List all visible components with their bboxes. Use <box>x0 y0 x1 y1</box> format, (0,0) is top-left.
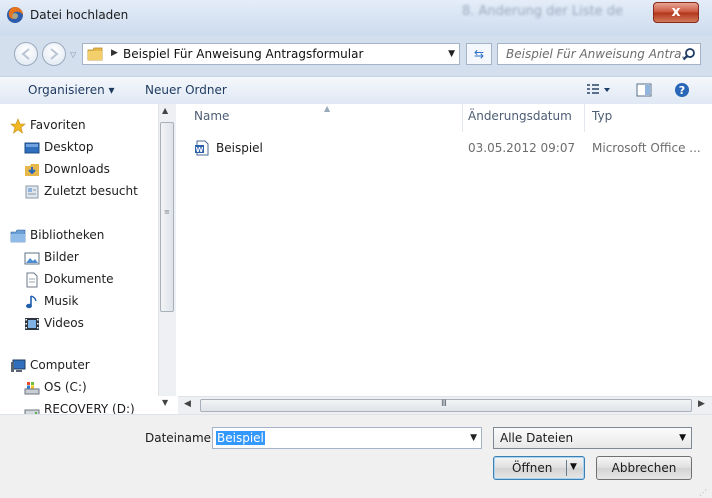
search-input[interactable]: Beispiel Für Anweisung Antra... <box>497 43 701 65</box>
resize-grip-icon[interactable]: ⋰ <box>699 488 708 497</box>
computer-icon <box>11 359 26 372</box>
refresh-icon: ⇆ <box>473 47 485 61</box>
navigation-scrollbar-thumb[interactable]: ≡ <box>160 122 174 312</box>
dialog-footer: Dateiname: Beispiel ▼ Alle Dateien ▼ Öff… <box>0 414 712 498</box>
filename-label: Dateiname: <box>145 431 216 445</box>
column-separator[interactable] <box>584 104 585 132</box>
table-row[interactable]: W Beispiel 03.05.2012 09:07 Microsoft Of… <box>190 138 710 160</box>
back-arrow-icon <box>21 48 30 60</box>
help-icon[interactable]: ? <box>674 82 690 98</box>
column-header-type[interactable]: Typ <box>592 109 612 123</box>
close-button[interactable]: x <box>653 2 699 23</box>
chevron-down-icon[interactable]: ▼ <box>679 433 686 443</box>
file-upload-dialog: 8. Änderung der Liste de Datei hochladen… <box>0 0 712 498</box>
filename-input[interactable]: Beispiel ▼ <box>212 427 482 449</box>
pictures-icon <box>24 252 40 265</box>
column-header-date[interactable]: Änderungsdatum <box>468 109 572 123</box>
scroll-left-arrow[interactable]: ◀ <box>184 399 191 409</box>
split-divider <box>566 460 567 476</box>
forward-button[interactable] <box>42 42 66 66</box>
sort-ascending-icon: ▲ <box>324 104 331 113</box>
scroll-down-arrow[interactable]: ▼ <box>162 398 168 407</box>
recent-pages-dropdown[interactable]: ▽ <box>70 50 76 59</box>
search-placeholder: Beispiel Für Anweisung Antra... <box>506 47 693 61</box>
scrollbar-grip: ≡ <box>164 208 170 216</box>
star-icon <box>10 118 26 134</box>
address-bar[interactable]: ▶ Beispiel Für Anweisung Antragsformular… <box>82 43 460 65</box>
recent-places-icon <box>25 185 39 199</box>
firefox-icon <box>7 7 23 23</box>
navigation-pane: Favoriten Desktop Downloads Zuletzt besu… <box>0 104 179 416</box>
scroll-up-arrow[interactable]: ▲ <box>162 106 168 115</box>
cancel-button[interactable]: Abbrechen <box>596 456 692 480</box>
open-button-label: Öffnen <box>512 461 553 475</box>
chevron-down-icon[interactable]: ▼ <box>448 49 455 59</box>
title-bar: 8. Änderung der Liste de Datei hochladen… <box>0 0 712 36</box>
address-path[interactable]: Beispiel Für Anweisung Antragsformular <box>123 47 363 61</box>
svg-text:?: ? <box>679 84 685 97</box>
back-button[interactable] <box>14 42 38 66</box>
column-separator[interactable] <box>462 104 463 132</box>
file-date: 03.05.2012 09:07 <box>468 141 576 155</box>
videos-icon <box>25 318 39 330</box>
chevron-down-icon[interactable]: ▼ <box>470 433 477 443</box>
forward-arrow-icon <box>50 48 59 60</box>
file-type-filter-value: Alle Dateien <box>500 431 574 445</box>
organize-button[interactable]: Organisieren ▾ <box>28 83 115 97</box>
scrollbar-grip: III <box>441 399 447 409</box>
preview-pane-icon[interactable] <box>636 83 652 97</box>
word-document-icon: W <box>195 140 209 156</box>
svg-text:W: W <box>196 146 204 154</box>
system-drive-icon <box>24 382 40 395</box>
command-bar: Organisieren ▾ Neuer Ordner ? <box>0 76 712 105</box>
navigation-scrollbar[interactable]: ▲ ≡ <box>158 104 176 396</box>
horizontal-scrollbar-thumb[interactable]: III <box>200 399 692 412</box>
search-icon[interactable] <box>682 47 696 61</box>
horizontal-scrollbar[interactable]: ◀ III ▶ <box>178 396 712 414</box>
file-type-filter[interactable]: Alle Dateien ▼ <box>493 427 692 449</box>
file-type: Microsoft Office ... <box>592 141 701 155</box>
new-folder-button[interactable]: Neuer Ordner <box>145 83 227 97</box>
folder-icon <box>87 47 103 61</box>
scroll-right-arrow[interactable]: ▶ <box>698 399 705 409</box>
open-options-dropdown[interactable]: ▼ <box>570 462 577 472</box>
music-icon <box>26 295 37 309</box>
column-header-name[interactable]: Name <box>194 109 229 123</box>
view-options-icon[interactable] <box>586 83 612 97</box>
desktop-icon <box>24 142 40 154</box>
window-title: Datei hochladen <box>30 8 129 22</box>
open-button[interactable]: Öffnen ▼ <box>493 456 585 480</box>
downloads-icon <box>25 164 39 176</box>
refresh-button[interactable]: ⇆ <box>466 43 492 65</box>
documents-icon <box>26 272 38 288</box>
file-list: ▲ Name Änderungsdatum Typ W Beispiel 03.… <box>178 104 712 396</box>
breadcrumb-arrow-icon[interactable]: ▶ <box>111 48 118 58</box>
file-name[interactable]: Beispiel <box>216 141 263 155</box>
filename-value[interactable]: Beispiel <box>216 431 265 445</box>
libraries-icon <box>10 229 26 243</box>
